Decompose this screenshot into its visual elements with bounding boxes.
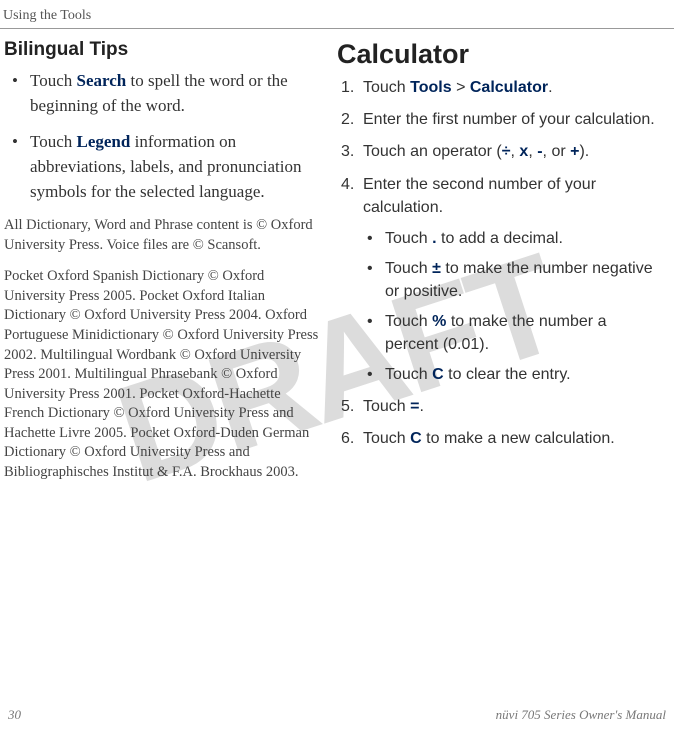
left-column: Bilingual Tips Touch Search to spell the… [0,39,337,483]
substep-text: Touch [385,366,432,383]
step-item: Touch an operator (÷, x, -, or +). [363,140,664,163]
manual-title: nüvi 705 Series Owner's Manual [496,707,666,723]
substep-item: Touch C to clear the entry. [363,364,664,386]
step-text: ). [579,143,589,160]
step-text: Touch an operator ( [363,143,502,160]
key-clear: C [432,366,444,383]
substep-text: to clear the entry. [444,366,571,383]
step-text: . [548,79,552,96]
step-item: Enter the first number of your calculati… [363,108,664,131]
tip-text: Touch [30,71,77,90]
op-multiply: x [519,143,528,160]
tools-label: Tools [410,79,451,96]
step-item: Touch Tools > Calculator. [363,76,664,99]
page-header: Using the Tools [0,0,674,29]
bilingual-tips-title: Bilingual Tips [4,39,319,61]
tip-text: Touch [30,132,77,151]
calculator-label: Calculator [470,79,548,96]
substep-item: Touch . to add a decimal. [363,228,664,250]
step-item: Touch =. [363,395,664,418]
copyright-text: Pocket Oxford Spanish Dictionary © Oxfor… [4,267,319,482]
substep-text: Touch [385,313,432,330]
page-footer: 30 nüvi 705 Series Owner's Manual [0,707,674,723]
tip-item: Touch Search to spell the word or the be… [30,69,319,118]
substep-text: Touch [385,230,432,247]
search-link[interactable]: Search [77,71,127,90]
calculator-title: Calculator [337,39,664,70]
step-text: Touch [363,79,410,96]
right-column: Calculator Touch Tools > Calculator. Ent… [337,39,674,483]
step-item: Touch C to make a new calculation. [363,427,664,450]
tip-item: Touch Legend information on abbreviation… [30,130,319,204]
substep-item: Touch % to make the number a percent (0.… [363,311,664,356]
substep-text: Touch [385,260,432,277]
dictionary-note: All Dictionary, Word and Phrase content … [4,216,319,255]
substep-item: Touch ± to make the number negative or p… [363,258,664,303]
step-text: , or [543,143,571,160]
step-text: , [528,143,537,160]
step-text: Touch [363,398,410,415]
step-text: > [452,79,470,96]
substep-text: to add a decimal. [437,230,563,247]
key-percent: % [432,313,446,330]
key-plusminus: ± [432,260,441,277]
step-text: . [419,398,423,415]
step-text: to make a new calculation. [422,430,615,447]
page-number: 30 [8,707,21,723]
legend-link[interactable]: Legend [77,132,131,151]
op-divide: ÷ [502,143,511,160]
step-item: Enter the second number of your calculat… [363,173,664,219]
step-text: Touch [363,430,410,447]
key-clear: C [410,430,422,447]
